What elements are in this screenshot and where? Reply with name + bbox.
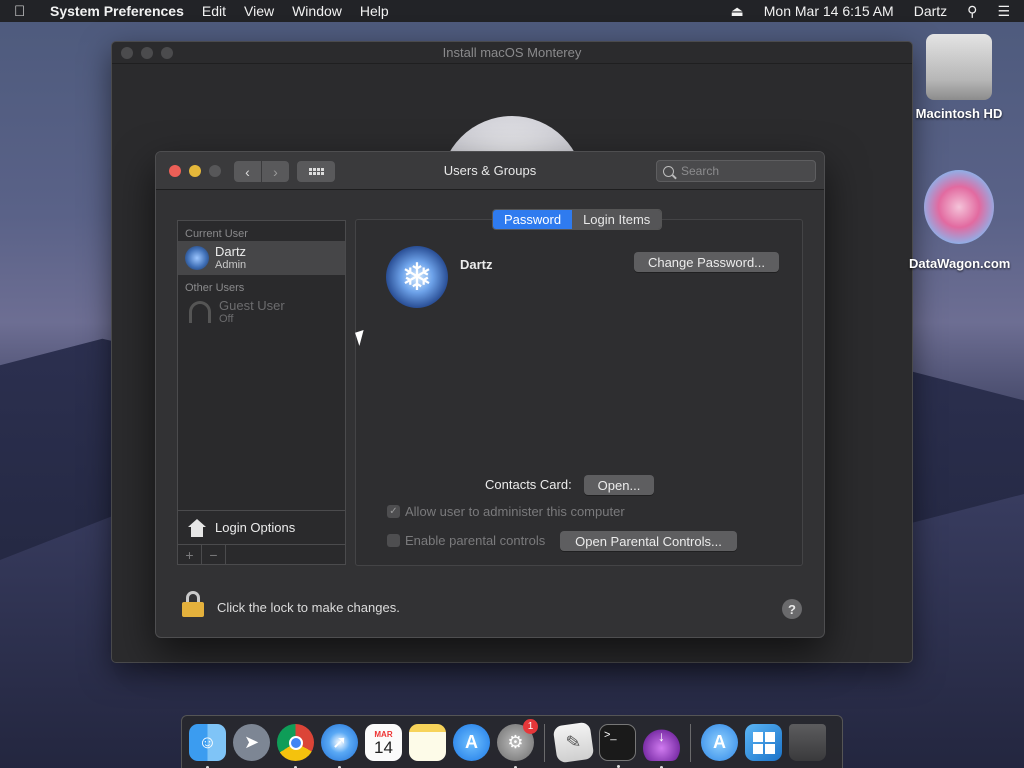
dock-windows-folder[interactable] [745,724,782,761]
calendar-day: 14 [374,737,393,757]
menu-help[interactable]: Help [360,3,389,19]
house-icon [187,518,207,537]
menu-edit[interactable]: Edit [202,3,226,19]
rocket-icon: ➤ [243,732,260,752]
dock-calendar[interactable]: MAR 14 [365,724,402,761]
menubar:  System Preferences Edit View Window He… [0,0,1024,22]
open-contacts-button[interactable]: Open... [584,475,654,495]
add-remove-bar: + − [178,544,345,564]
menu-app-name[interactable]: System Preferences [50,3,184,19]
installer-title: Install macOS Monterey [442,45,582,60]
app-store-download-icon: A [713,732,726,752]
dock-safari[interactable]: ➚ [321,724,358,768]
guest-user-name: Guest User [219,297,285,313]
dock-separator-2 [690,723,691,762]
dock-chrome[interactable] [277,724,314,768]
remove-user-button[interactable]: − [202,545,226,564]
dock-install-macos[interactable]: ↓ [643,724,680,768]
dock-system-preferences[interactable]: ⚙ 1 [497,719,538,768]
password-panel: Password Login Items ❄ Dartz Change Pass… [355,209,803,566]
menubar-user[interactable]: Dartz [914,3,947,19]
dock-textedit[interactable]: ✎ [552,721,595,764]
chrome-icon [288,735,303,750]
snowflake-avatar-icon [185,246,209,270]
update-badge: 1 [523,719,538,734]
dock: ☺ ➤ ➚ MAR 14 A ⚙ 1 ✎ >_ ↓ A [181,715,843,768]
notification-center-icon[interactable]: ☰ [997,3,1010,20]
app-store-icon: A [465,732,478,752]
dock-downloads-stack[interactable]: A [701,724,738,761]
dock-notes[interactable] [409,724,446,761]
other-users-header: Other Users [185,282,245,294]
current-user-header: Current User [185,228,248,240]
selected-user-name: Dartz [460,257,493,272]
desktop-icon-label: DataWagon.com [909,256,1011,271]
web-location-icon [924,170,994,244]
tab-login-items[interactable]: Login Items [572,210,662,229]
guest-user-status: Off [219,312,234,325]
parental-controls-row: Enable parental controls [387,533,545,548]
users-sidebar: Current User Dartz Admin Other Users Gue… [177,220,346,565]
spotlight-icon[interactable]: ⚲ [967,3,977,20]
guest-user-icon [189,301,211,323]
apple-menu-icon[interactable]:  [14,3,32,20]
menu-window[interactable]: Window [292,3,342,19]
gear-icon: ⚙ [507,732,524,752]
allow-admin-checkbox[interactable]: ✓ [387,505,400,518]
hard-drive-icon [926,34,992,100]
tab-password[interactable]: Password [493,210,573,229]
dock-finder[interactable]: ☺ [189,724,226,768]
download-arrow-icon: ↓ [658,727,665,744]
tab-control: Password Login Items [492,209,663,230]
finder-icon: ☺ [198,732,217,752]
user-picture[interactable]: ❄ [386,246,448,308]
menubar-clock[interactable]: Mon Mar 14 6:15 AM [764,3,894,19]
change-password-button[interactable]: Change Password... [634,252,779,272]
dock-terminal[interactable]: >_ [599,724,636,768]
windows-logo-icon [752,731,775,754]
desktop-icon-datawagon[interactable]: DataWagon.com [909,170,1011,271]
snowflake-icon: ❄ [401,256,433,299]
desktop-icon-label: Macintosh HD [915,106,1003,121]
menu-view[interactable]: View [244,3,274,19]
contacts-card-label: Contacts Card: [485,477,572,492]
lock-icon[interactable] [182,591,204,617]
terminal-icon: >_ [604,729,617,741]
open-parental-controls-button[interactable]: Open Parental Controls... [560,531,737,551]
allow-admin-label: Allow user to administer this computer [405,504,625,519]
compass-icon: ➚ [331,732,348,752]
dock-separator [544,723,545,762]
search-placeholder: Search [681,164,720,178]
document-icon: ✎ [564,731,583,753]
desktop-icon-macintosh-hd[interactable]: Macintosh HD [909,34,1009,121]
add-user-button[interactable]: + [178,545,202,564]
eject-icon[interactable]: ⏏ [731,3,744,20]
login-options-item[interactable]: Login Options [178,510,345,544]
user-row-guest[interactable]: Guest User Off [178,295,345,329]
users-groups-window[interactable]: ‹ › Users & Groups Search Current User D… [155,151,825,638]
user-role: Admin [215,258,247,271]
parental-controls-checkbox[interactable] [387,534,400,547]
user-name: Dartz [215,243,247,259]
search-field[interactable]: Search [656,160,816,182]
parental-controls-label: Enable parental controls [405,533,546,548]
lock-message: Click the lock to make changes. [217,600,400,615]
search-icon [663,165,674,177]
login-options-label: Login Options [215,520,296,535]
window-titlebar: ‹ › Users & Groups Search [156,152,824,190]
allow-admin-row: ✓ Allow user to administer this computer [387,504,625,519]
help-button[interactable]: ? [782,599,802,619]
dock-launchpad[interactable]: ➤ [233,724,270,761]
dock-trash[interactable] [789,724,826,761]
user-row-dartz[interactable]: Dartz Admin [178,241,345,275]
dock-app-store[interactable]: A [453,724,490,761]
menubar-right: ⏏ Mon Mar 14 6:15 AM Dartz ⚲ ☰ [731,3,1010,20]
